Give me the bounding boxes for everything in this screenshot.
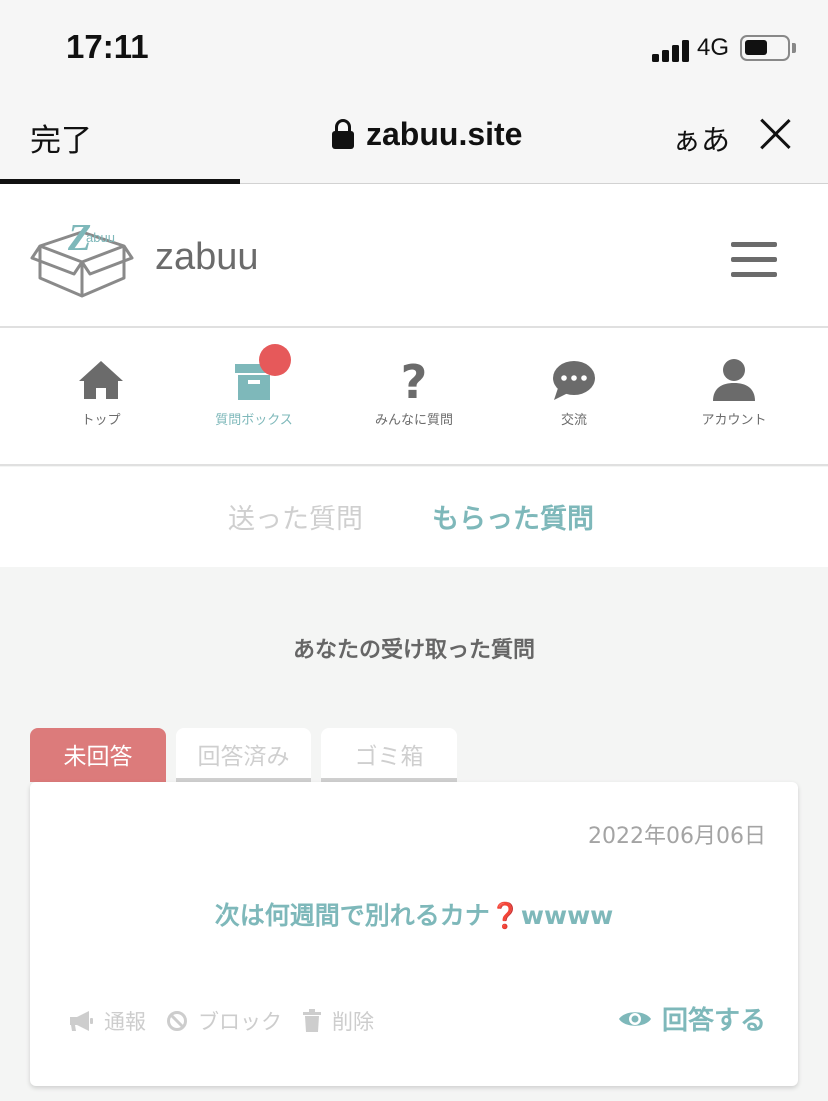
nav-item-exchange[interactable]: 交流 bbox=[504, 328, 644, 466]
question-text[interactable]: 次は何週間で別れるカナ❓wwww bbox=[30, 896, 798, 932]
report-label: 通報 bbox=[104, 1010, 146, 1034]
site-header: Z abuu zabuu bbox=[0, 184, 828, 328]
logo-mark-text: abuu bbox=[86, 230, 115, 245]
address-bar[interactable]: zabuu.site bbox=[332, 113, 522, 155]
hamburger-menu-icon[interactable] bbox=[731, 242, 777, 278]
question-mark-emoji: ❓ bbox=[489, 901, 521, 930]
network-label: 4G bbox=[697, 34, 730, 61]
question-icon: ? bbox=[401, 358, 428, 402]
nav-item-ask-everyone[interactable]: ? みんなに質問 bbox=[344, 328, 484, 466]
nav-label-exchange: 交流 bbox=[560, 413, 587, 428]
svg-text:?: ? bbox=[401, 358, 428, 402]
tab-answered[interactable]: 回答済み bbox=[176, 728, 311, 782]
question-text-suffix: wwww bbox=[520, 901, 614, 930]
text-size-button[interactable]: ぁあ bbox=[672, 117, 730, 159]
tab-trash[interactable]: ゴミ箱 bbox=[321, 728, 457, 782]
megaphone-icon bbox=[70, 1011, 93, 1031]
done-button[interactable]: 完了 bbox=[30, 115, 92, 160]
status-bar: 17:11 4G bbox=[0, 0, 828, 95]
logo-icon[interactable]: Z abuu bbox=[30, 212, 134, 298]
account-icon bbox=[713, 359, 755, 401]
block-icon bbox=[167, 1011, 187, 1031]
question-card: 2022年06月06日 次は何週間で別れるカナ❓wwww 通報 ブロック 削除 bbox=[30, 782, 798, 1086]
tab-sent-questions[interactable]: 送った質問 bbox=[228, 497, 363, 536]
status-time: 17:11 bbox=[66, 28, 149, 65]
report-button[interactable]: 通報 bbox=[68, 1006, 146, 1036]
delete-button[interactable]: 削除 bbox=[302, 1006, 374, 1036]
question-text-main: 次は何週間で別れるカナ bbox=[214, 901, 490, 930]
delete-label: 削除 bbox=[332, 1010, 374, 1034]
chat-icon bbox=[553, 361, 595, 400]
nav-item-question-box[interactable]: 質問ボックス bbox=[184, 328, 324, 466]
card-actions: 通報 ブロック 削除 bbox=[68, 1006, 394, 1036]
signal-icon bbox=[652, 38, 692, 62]
notification-dot bbox=[259, 344, 291, 376]
tab-unanswered[interactable]: 未回答 bbox=[30, 728, 166, 782]
nav-label-account: アカウント bbox=[701, 413, 767, 428]
block-button[interactable]: ブロック bbox=[166, 1006, 282, 1036]
tab-received-questions[interactable]: もらった質問 bbox=[432, 497, 594, 536]
close-icon[interactable] bbox=[758, 117, 792, 151]
answer-label: 回答する bbox=[661, 1006, 766, 1036]
trash-icon bbox=[303, 1009, 321, 1032]
nav-label-top: トップ bbox=[81, 413, 121, 428]
nav-item-account[interactable]: アカウント bbox=[664, 328, 804, 466]
question-date: 2022年06月06日 bbox=[588, 824, 766, 849]
lock-icon bbox=[332, 119, 354, 149]
eye-icon bbox=[618, 1011, 651, 1026]
main-nav: トップ 質問ボックス ? みんなに質問 交流 アカウント bbox=[0, 328, 828, 466]
nav-label-ask-everyone: みんなに質問 bbox=[374, 413, 453, 428]
battery-icon bbox=[740, 35, 790, 61]
browser-bar: 完了 zabuu.site ぁあ bbox=[0, 95, 828, 184]
section-title: あなたの受け取った質問 bbox=[292, 638, 535, 663]
question-direction-tabs: 送った質問 もらった質問 bbox=[0, 467, 828, 567]
url-text: zabuu.site bbox=[366, 115, 523, 152]
answer-button[interactable]: 回答する bbox=[618, 1000, 766, 1037]
site-name[interactable]: zabuu bbox=[155, 236, 259, 279]
nav-label-question-box: 質問ボックス bbox=[215, 413, 293, 428]
nav-item-top[interactable]: トップ bbox=[31, 328, 171, 466]
block-label: ブロック bbox=[198, 1010, 282, 1034]
home-icon bbox=[79, 361, 123, 399]
